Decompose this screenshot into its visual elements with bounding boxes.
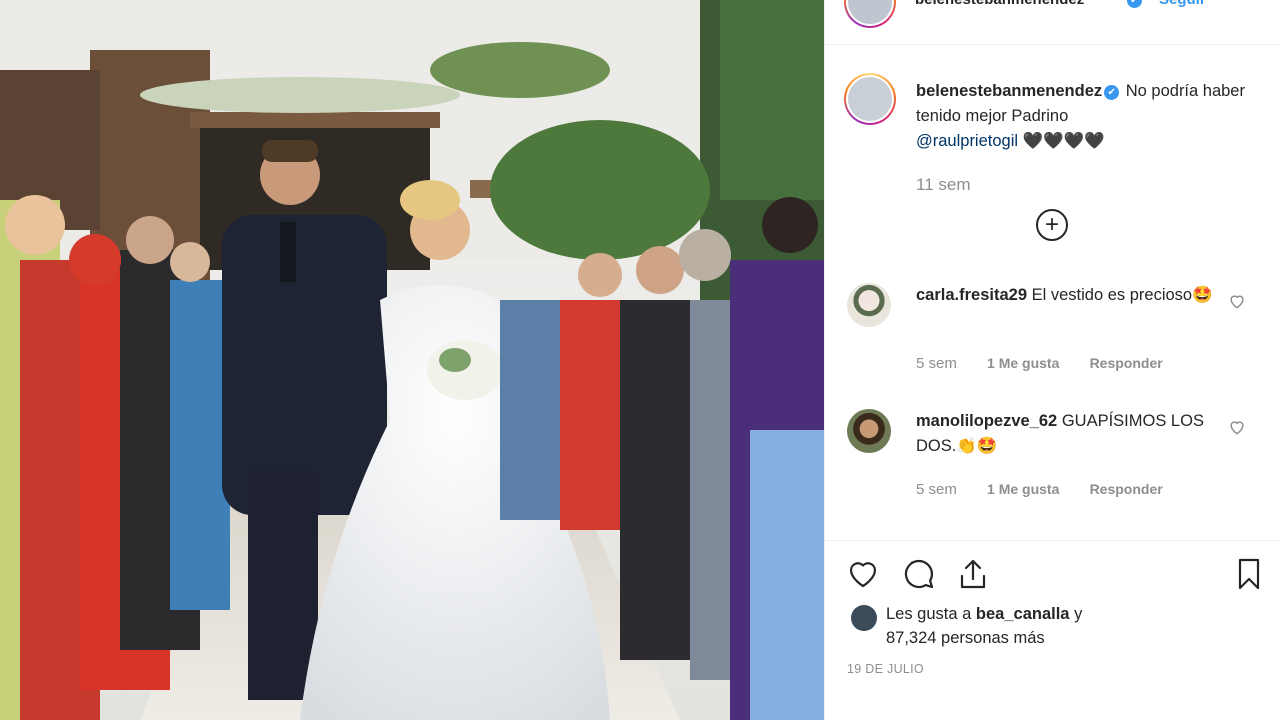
- caption-avatar-ring[interactable]: [844, 73, 896, 125]
- caption-mention-link[interactable]: @raulprietogil: [916, 132, 1018, 150]
- post-viewer: belenestebanmenendez ✔ Seguir belenesteb…: [0, 0, 1280, 720]
- heart-icon[interactable]: [1227, 417, 1247, 437]
- post-header: belenestebanmenendez ✔ Seguir: [825, 0, 1280, 45]
- comment-text: manolilopezve_62 GUAPÍSIMOS LOS DOS.👏🤩: [916, 409, 1236, 459]
- liker-username[interactable]: bea_canalla: [976, 605, 1070, 623]
- comment-likes[interactable]: 1 Me gusta: [987, 355, 1059, 371]
- heart-icon[interactable]: [1227, 291, 1247, 311]
- reply-button[interactable]: Responder: [1090, 481, 1163, 497]
- avatar[interactable]: [847, 283, 891, 327]
- comment-username[interactable]: manolilopezve_62: [916, 412, 1057, 430]
- wedding-photo-illustration: [0, 0, 824, 720]
- story-ring[interactable]: [844, 0, 896, 28]
- post-side-panel: belenestebanmenendez ✔ Seguir belenesteb…: [824, 0, 1280, 720]
- comment-body: El vestido es precioso🤩: [1031, 286, 1213, 304]
- comment-time[interactable]: 5 sem: [916, 481, 957, 498]
- avatar[interactable]: [847, 409, 891, 453]
- follow-button[interactable]: Seguir: [1159, 0, 1206, 8]
- divider: [825, 540, 1280, 541]
- likes-count[interactable]: 87,324 personas más: [886, 629, 1045, 647]
- avatar: [848, 77, 892, 121]
- caption-timestamp[interactable]: 11 sem: [916, 175, 971, 195]
- likes-connector: y: [1074, 605, 1083, 623]
- post-photo[interactable]: [0, 0, 824, 720]
- likes-prefix: Les gusta a: [886, 605, 972, 623]
- comment-likes[interactable]: 1 Me gusta: [987, 481, 1059, 497]
- comment-time[interactable]: 5 sem: [916, 355, 957, 372]
- post-caption: belenestebanmenendez ✔ No podría haber te…: [916, 79, 1266, 154]
- comment-username[interactable]: carla.fresita29: [916, 286, 1027, 304]
- share-upload-icon[interactable]: [955, 556, 991, 592]
- verified-badge-icon: ✔: [1104, 85, 1120, 100]
- heart-icon[interactable]: [845, 556, 881, 592]
- comment-meta: 5 sem 1 Me gusta Responder: [916, 481, 1189, 498]
- caption-username[interactable]: belenestebanmenendez: [916, 82, 1102, 100]
- comment-meta: 5 sem 1 Me gusta Responder: [916, 355, 1189, 372]
- comment-bubble-icon[interactable]: [901, 556, 937, 592]
- header-username[interactable]: belenestebanmenendez: [915, 0, 1084, 8]
- reply-button[interactable]: Responder: [1090, 355, 1163, 371]
- verified-badge-icon: ✔: [1127, 0, 1142, 8]
- bookmark-icon[interactable]: [1231, 556, 1267, 592]
- caption-emoji: 🖤🖤🖤🖤: [1022, 132, 1105, 150]
- post-date[interactable]: 19 DE JULIO: [847, 662, 924, 676]
- avatar[interactable]: [851, 605, 877, 631]
- load-more-comments-button[interactable]: +: [1036, 209, 1068, 241]
- comment-text: carla.fresita29 El vestido es precioso🤩: [916, 283, 1236, 308]
